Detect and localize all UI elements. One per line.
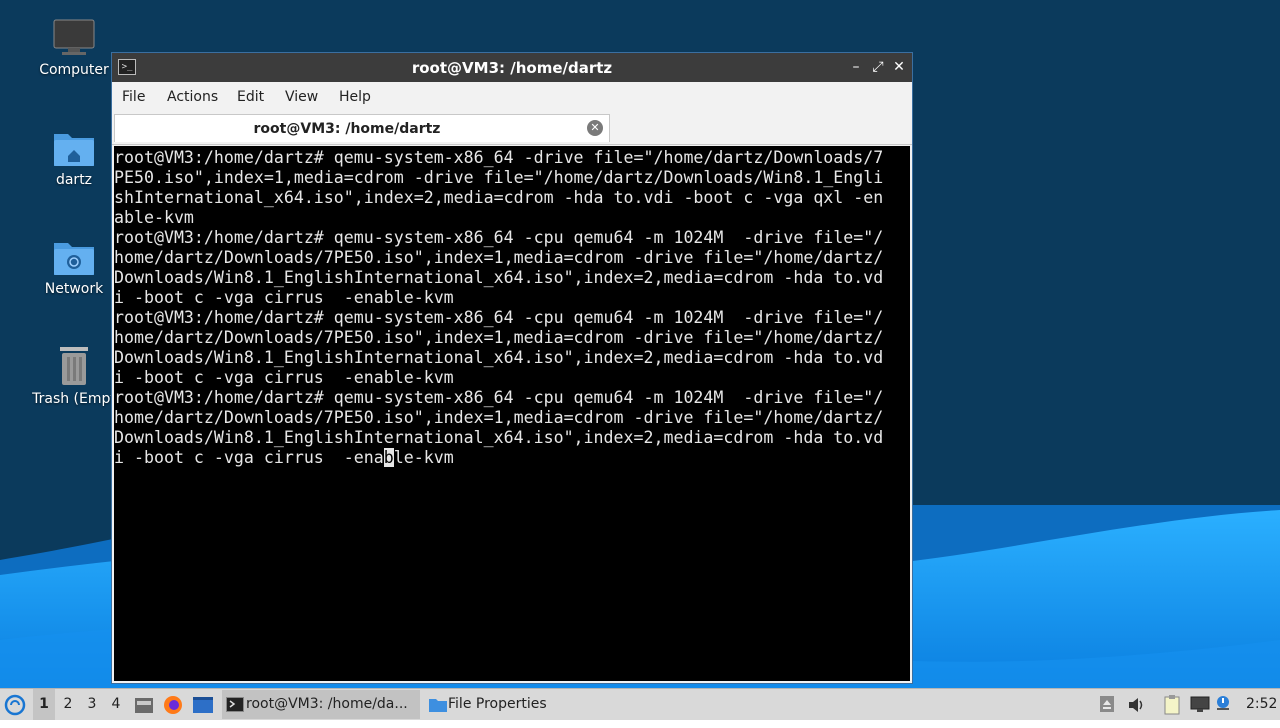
tab-close-icon[interactable]: ✕ <box>587 120 603 136</box>
file-manager-icon <box>135 698 153 713</box>
task-label: root@VM3: /home/da... <box>246 696 408 712</box>
desktop-icon <box>193 697 213 713</box>
terminal-window[interactable]: >_ root@VM3: /home/dartz – ⤢ ✕ File Acti… <box>111 52 913 684</box>
file-manager-launcher[interactable] <box>134 689 154 720</box>
tray-clipboard[interactable] <box>1163 689 1185 720</box>
desktop-icon-label: Network <box>44 281 104 297</box>
start-menu-button[interactable] <box>4 689 28 720</box>
network-folder-icon <box>54 243 94 275</box>
tray-notification[interactable] <box>1214 689 1234 720</box>
tray-removable-media[interactable] <box>1099 689 1117 720</box>
task-terminal[interactable]: root@VM3: /home/da... <box>222 690 420 719</box>
close-button[interactable]: ✕ <box>889 57 909 77</box>
menu-bar: File Actions Edit View Help <box>112 82 912 112</box>
clock[interactable]: 2:52 <box>1246 689 1280 720</box>
firefox-launcher[interactable] <box>163 689 185 720</box>
workspace-4[interactable]: 4 <box>105 689 127 720</box>
desktop-icon-trash[interactable]: Trash (Empt <box>29 345 119 407</box>
terminal-line: Downloads/Win8.1_EnglishInternational_x6… <box>114 268 884 287</box>
window-titlebar[interactable]: >_ root@VM3: /home/dartz – ⤢ ✕ <box>112 53 912 82</box>
terminal-line: home/dartz/Downloads/7PE50.iso",index=1,… <box>114 408 884 427</box>
lxqt-logo-icon <box>4 694 26 716</box>
terminal-line: root@VM3:/home/dartz# qemu-system-x86_64… <box>114 388 884 407</box>
workspace-3[interactable]: 3 <box>81 689 103 720</box>
terminal-line: Downloads/Win8.1_EnglishInternational_x6… <box>114 348 884 367</box>
text-cursor: b <box>383 448 394 467</box>
terminal-line: root@VM3:/home/dartz# qemu-system-x86_64… <box>114 228 884 247</box>
menu-view[interactable]: View <box>285 89 318 105</box>
terminal-text: le-kvm <box>393 448 454 467</box>
minimize-button[interactable]: – <box>846 57 866 77</box>
desktop-icon-home[interactable]: dartz <box>29 128 119 188</box>
menu-edit[interactable]: Edit <box>237 89 264 105</box>
menu-help[interactable]: Help <box>339 89 371 105</box>
terminal-text: i -boot c -vga cirrus -ena <box>114 448 384 467</box>
terminal-line: PE50.iso",index=1,media=cdrom -drive fil… <box>114 168 884 187</box>
eject-icon <box>1100 696 1114 712</box>
terminal-line: shInternational_x64.iso",index=2,media=c… <box>114 188 884 207</box>
monitor-icon <box>1190 696 1210 712</box>
terminal-line: Downloads/Win8.1_EnglishInternational_x6… <box>114 428 884 447</box>
terminal-line: home/dartz/Downloads/7PE50.iso",index=1,… <box>114 248 884 267</box>
info-icon <box>1217 696 1229 710</box>
taskbar: 1 2 3 4 root@VM3: /home/da... File Prope… <box>0 688 1280 720</box>
tab-label: root@VM3: /home/dartz <box>253 121 441 137</box>
tray-volume[interactable] <box>1127 689 1147 720</box>
menu-actions[interactable]: Actions <box>167 89 218 105</box>
volume-icon <box>1129 698 1143 712</box>
desktop-icon-label: Computer <box>39 62 109 78</box>
computer-icon <box>53 19 95 55</box>
terminal-output[interactable]: root@VM3:/home/dartz# qemu-system-x86_64… <box>114 146 910 681</box>
tray-display[interactable] <box>1190 689 1212 720</box>
folder-icon <box>429 699 447 712</box>
show-desktop-button[interactable] <box>192 689 216 720</box>
task-file-properties[interactable]: File Properties <box>424 690 604 719</box>
terminal-icon <box>226 697 244 712</box>
terminal-line: root@VM3:/home/dartz# qemu-system-x86_64… <box>114 308 884 327</box>
workspace-1[interactable]: 1 <box>33 689 55 720</box>
desktop-icon-label: dartz <box>55 172 93 188</box>
clipboard-icon <box>1164 695 1180 715</box>
trash-icon <box>60 347 88 385</box>
terminal-current-line: i -boot c -vga cirrus -enable-kvm <box>114 448 910 468</box>
terminal-line: i -boot c -vga cirrus -enable-kvm <box>114 288 454 307</box>
terminal-line: root@VM3:/home/dartz# qemu-system-x86_64… <box>114 148 884 167</box>
terminal-tab[interactable]: root@VM3: /home/dartz ✕ <box>114 114 610 142</box>
maximize-button[interactable]: ⤢ <box>868 57 888 77</box>
menu-file[interactable]: File <box>122 89 145 105</box>
window-title: root@VM3: /home/dartz <box>411 59 613 77</box>
terminal-line: able-kvm <box>114 208 194 227</box>
terminal-line: home/dartz/Downloads/7PE50.iso",index=1,… <box>114 328 884 347</box>
desktop-icon-computer[interactable]: Computer <box>29 18 119 78</box>
workspace-2[interactable]: 2 <box>57 689 79 720</box>
firefox-icon <box>164 696 182 714</box>
desktop-icon-label: Trash (Empt <box>32 391 116 407</box>
tab-bar: root@VM3: /home/dartz ✕ <box>112 112 912 145</box>
home-folder-icon <box>54 134 94 166</box>
task-label: File Properties <box>448 696 547 712</box>
desktop-icon-network[interactable]: Network <box>29 237 119 297</box>
terminal-line: i -boot c -vga cirrus -enable-kvm <box>114 368 454 387</box>
